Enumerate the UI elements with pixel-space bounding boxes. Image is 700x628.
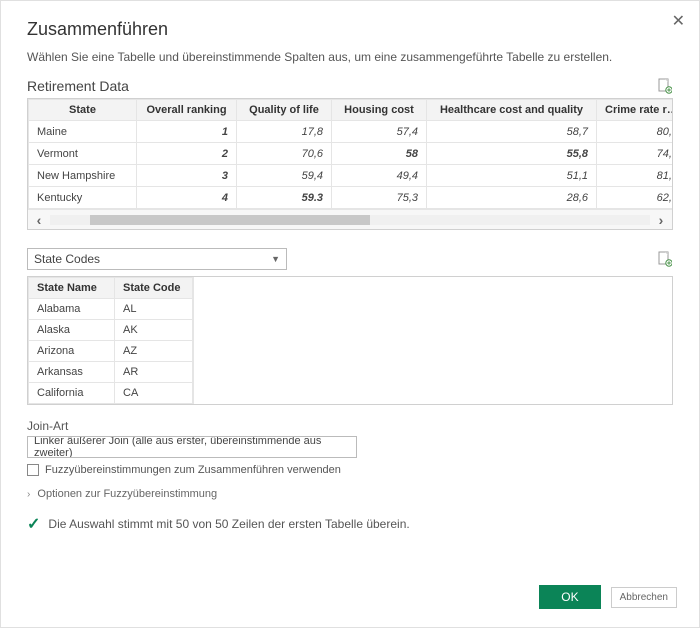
col-state-code[interactable]: State Code: [115, 278, 193, 299]
table-empty-area: [193, 277, 672, 404]
primary-table: State Overall ranking Quality of life Ho…: [27, 98, 673, 230]
chevron-right-icon: ›: [27, 489, 30, 500]
horizontal-scrollbar[interactable]: ‹ ›: [28, 209, 672, 229]
col-overall-ranking[interactable]: Overall ranking: [137, 100, 237, 121]
fuzzy-options-label: Optionen zur Fuzzyübereinstimmung: [37, 488, 217, 500]
table-row[interactable]: Maine 1 17,8 57,4 58,7 80,9: [29, 121, 674, 143]
col-healthcare[interactable]: Healthcare cost and quality: [427, 100, 597, 121]
scroll-thumb[interactable]: [90, 215, 370, 225]
table-row[interactable]: New Hampshire 3 59,4 49,4 51,1 81,8: [29, 165, 674, 187]
col-state-name[interactable]: State Name: [29, 278, 115, 299]
table-row[interactable]: ArkansasAR: [29, 362, 193, 383]
match-status-text: Die Auswahl stimmt mit 50 von 50 Zeilen …: [48, 517, 409, 531]
fuzzy-match-label: Fuzzyübereinstimmungen zum Zusammenführe…: [45, 464, 341, 476]
chevron-down-icon: ▼: [271, 254, 280, 264]
join-kind-label: Join-Art: [27, 419, 673, 433]
dialog-title: Zusammenführen: [27, 19, 673, 40]
primary-table-name: Retirement Data: [27, 78, 129, 94]
table-row[interactable]: CaliforniaCA: [29, 383, 193, 404]
new-table-icon[interactable]: [657, 78, 673, 94]
table-row[interactable]: AlaskaAK: [29, 320, 193, 341]
close-icon[interactable]: ✕: [672, 11, 685, 31]
col-crime-rate[interactable]: Crime rate rate: [597, 100, 674, 121]
join-kind-selector[interactable]: Linker äußerer Join (alle aus erster, üb…: [27, 436, 357, 458]
table-row[interactable]: AlabamaAL: [29, 299, 193, 320]
secondary-table-value: State Codes: [34, 252, 100, 266]
table-header-row: State Overall ranking Quality of life Ho…: [29, 100, 674, 121]
fuzzy-options-expander[interactable]: › Optionen zur Fuzzyübereinstimmung: [27, 488, 673, 500]
col-state[interactable]: State: [29, 100, 137, 121]
cancel-button[interactable]: Abbrechen: [611, 587, 677, 608]
table-row[interactable]: Kentucky 4 59.3 75,3 28,6 62,6: [29, 187, 674, 209]
join-kind-value: Linker äußerer Join (alle aus erster, üb…: [34, 436, 350, 458]
secondary-table: State Name State Code AlabamaAL AlaskaAK…: [27, 276, 673, 405]
scroll-right-icon[interactable]: ›: [650, 210, 672, 229]
scroll-left-icon[interactable]: ‹: [28, 210, 50, 229]
scroll-track[interactable]: [50, 215, 650, 225]
checkmark-icon: ✓: [27, 514, 40, 534]
secondary-table-selector[interactable]: State Codes ▼: [27, 248, 287, 270]
table-row[interactable]: Vermont 2 70,6 58 55,8 74,8: [29, 143, 674, 165]
merge-dialog: ✕ Zusammenführen Wählen Sie eine Tabelle…: [0, 0, 700, 628]
ok-button[interactable]: OK: [539, 585, 600, 609]
table-header-row: State Name State Code: [29, 278, 193, 299]
dialog-subtitle: Wählen Sie eine Tabelle und übereinstimm…: [27, 50, 673, 64]
col-housing-cost[interactable]: Housing cost: [332, 100, 427, 121]
new-table-icon[interactable]: [657, 251, 673, 267]
fuzzy-match-checkbox[interactable]: [27, 464, 39, 476]
table-row[interactable]: ArizonaAZ: [29, 341, 193, 362]
col-quality-of-life[interactable]: Quality of life: [237, 100, 332, 121]
